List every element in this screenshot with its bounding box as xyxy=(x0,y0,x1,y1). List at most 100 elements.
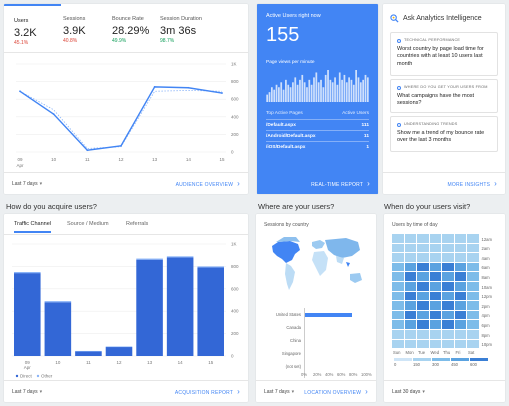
heatmap-cell[interactable] xyxy=(429,282,441,291)
heatmap-cell[interactable] xyxy=(417,262,429,272)
heatmap-cell[interactable] xyxy=(392,330,404,339)
insight-card[interactable]: WHERE DO YOU GET YOUR USERS FROM What ca… xyxy=(390,79,498,113)
heatmap-cell[interactable] xyxy=(442,330,454,339)
heatmap-cell[interactable] xyxy=(392,253,404,262)
acquisition-report-link[interactable]: ACQUISITION REPORT › xyxy=(175,387,240,396)
heatmap-cell[interactable] xyxy=(404,301,416,310)
heatmap-cell[interactable] xyxy=(429,301,441,310)
heatmap-cell[interactable] xyxy=(442,282,454,291)
heatmap-cell[interactable] xyxy=(467,330,479,339)
heatmap-cell[interactable] xyxy=(404,262,416,272)
heatmap-cell[interactable] xyxy=(417,291,429,301)
heatmap-cell[interactable] xyxy=(467,310,479,320)
heatmap-cell[interactable] xyxy=(392,282,404,291)
metric-session-duration[interactable]: Session Duration 3m 36s 98.7% xyxy=(160,4,240,52)
heatmap-cell[interactable] xyxy=(404,330,416,339)
heatmap-cell[interactable] xyxy=(442,301,454,310)
heatmap-cell[interactable] xyxy=(392,301,404,310)
heatmap-cell[interactable] xyxy=(429,253,441,262)
heatmap-cell[interactable] xyxy=(467,291,479,301)
heatmap-cell[interactable] xyxy=(417,253,429,262)
heatmap-cell[interactable] xyxy=(454,301,466,310)
heatmap-cell[interactable] xyxy=(467,301,479,310)
heatmap-cell[interactable] xyxy=(442,320,454,329)
heatmap-cell[interactable] xyxy=(454,320,466,329)
heatmap-cell[interactable] xyxy=(417,301,429,310)
heatmap-cell[interactable] xyxy=(392,243,404,253)
heatmap-cell[interactable] xyxy=(454,291,466,301)
heatmap-cell[interactable] xyxy=(467,243,479,253)
heatmap-cell[interactable] xyxy=(442,339,454,349)
heatmap-cell[interactable] xyxy=(404,243,416,253)
heatmap-cell[interactable] xyxy=(454,234,466,243)
heatmap-cell[interactable] xyxy=(454,243,466,253)
heatmap-cell[interactable] xyxy=(429,262,441,272)
insight-card[interactable]: TECHNICAL PERFORMANCE Worst country by p… xyxy=(390,32,498,76)
active-page-row[interactable]: /Android/Default.aspx 11 xyxy=(266,134,369,139)
heatmap-cell[interactable] xyxy=(417,243,429,253)
heatmap-cell[interactable] xyxy=(442,253,454,262)
heatmap-cell[interactable] xyxy=(429,339,441,349)
heatmap-cell[interactable] xyxy=(454,310,466,320)
heatmap-cell[interactable] xyxy=(467,262,479,272)
active-page-row[interactable]: /Default.aspx 111 xyxy=(266,123,369,128)
more-insights-link[interactable]: MORE INSIGHTS › xyxy=(448,179,497,188)
tab-traffic-channel[interactable]: Traffic Channel xyxy=(14,221,51,233)
heatmap-cell[interactable] xyxy=(392,234,404,243)
heatmap-cell[interactable] xyxy=(417,272,429,281)
heatmap-cell[interactable] xyxy=(417,234,429,243)
heatmap-cell[interactable] xyxy=(404,234,416,243)
heatmap-cell[interactable] xyxy=(454,253,466,262)
heatmap-cell[interactable] xyxy=(467,234,479,243)
heatmap-cell[interactable] xyxy=(467,339,479,349)
date-range-dropdown[interactable]: Last 7 days ▾ xyxy=(12,181,42,187)
heatmap-cell[interactable] xyxy=(417,282,429,291)
heatmap-cell[interactable] xyxy=(467,282,479,291)
heatmap-cell[interactable] xyxy=(404,320,416,329)
heatmap-cell[interactable] xyxy=(404,291,416,301)
heatmap-cell[interactable] xyxy=(417,339,429,349)
heatmap-cell[interactable] xyxy=(429,243,441,253)
heatmap-cell[interactable] xyxy=(404,310,416,320)
heatmap-cell[interactable] xyxy=(429,310,441,320)
metric-bounce-rate[interactable]: Bounce Rate 28.29% 49.9% xyxy=(112,4,164,52)
date-range-dropdown[interactable]: Last 7 days ▾ xyxy=(12,389,42,395)
heatmap-cell[interactable] xyxy=(442,272,454,281)
heatmap-cell[interactable] xyxy=(429,291,441,301)
date-range-dropdown[interactable]: Last 30 days ▾ xyxy=(392,389,425,395)
heatmap-cell[interactable] xyxy=(429,272,441,281)
realtime-report-link[interactable]: REAL-TIME REPORT › xyxy=(311,179,370,188)
date-range-dropdown[interactable]: Last 7 days ▾ xyxy=(264,389,294,395)
heatmap-cell[interactable] xyxy=(454,272,466,281)
heatmap-cell[interactable] xyxy=(442,291,454,301)
location-overview-link[interactable]: LOCATION OVERVIEW › xyxy=(304,387,368,396)
heatmap-cell[interactable] xyxy=(442,243,454,253)
tab-referrals[interactable]: Referrals xyxy=(126,221,148,227)
heatmap-cell[interactable] xyxy=(442,262,454,272)
heatmap-cell[interactable] xyxy=(404,339,416,349)
metric-sessions[interactable]: Sessions 3.9K 40.8% xyxy=(63,4,113,52)
heatmap-cell[interactable] xyxy=(442,310,454,320)
heatmap-cell[interactable] xyxy=(392,291,404,301)
heatmap-cell[interactable] xyxy=(454,282,466,291)
heatmap-cell[interactable] xyxy=(404,253,416,262)
heatmap-cell[interactable] xyxy=(417,310,429,320)
active-page-row[interactable]: /iOS/Default.aspx 1 xyxy=(266,145,369,150)
heatmap-cell[interactable] xyxy=(454,262,466,272)
heatmap-cell[interactable] xyxy=(454,339,466,349)
heatmap-cell[interactable] xyxy=(454,330,466,339)
heatmap-cell[interactable] xyxy=(392,262,404,272)
heatmap-cell[interactable] xyxy=(417,330,429,339)
heatmap-cell[interactable] xyxy=(392,310,404,320)
heatmap-cell[interactable] xyxy=(429,320,441,329)
heatmap-cell[interactable] xyxy=(404,272,416,281)
country-session-bar[interactable] xyxy=(304,312,352,317)
heatmap-cell[interactable] xyxy=(467,272,479,281)
heatmap-cell[interactable] xyxy=(442,234,454,243)
heatmap-cell[interactable] xyxy=(417,320,429,329)
heatmap-cell[interactable] xyxy=(392,339,404,349)
heatmap-cell[interactable] xyxy=(429,234,441,243)
heatmap-cell[interactable] xyxy=(467,253,479,262)
heatmap-cell[interactable] xyxy=(392,272,404,281)
tab-source-medium[interactable]: Source / Medium xyxy=(67,221,109,227)
